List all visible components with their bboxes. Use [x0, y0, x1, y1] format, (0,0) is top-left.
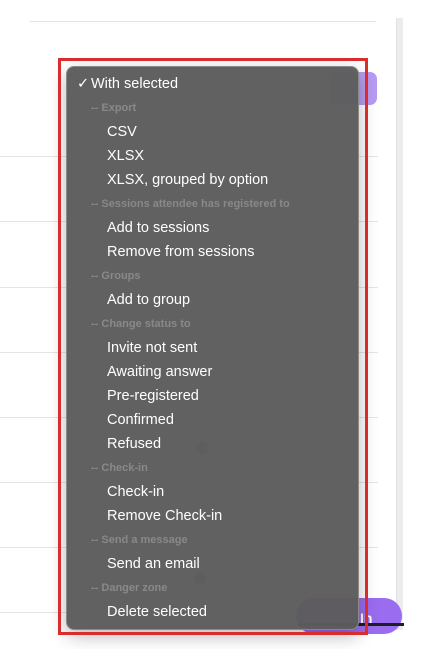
menu-group-send-message: -- Send a message — [91, 534, 188, 546]
checkmark-icon: ✓ — [77, 76, 90, 92]
menu-group-export: -- Export — [91, 102, 137, 114]
menu-item-remove-check-in[interactable]: Remove Check-in — [67, 504, 358, 528]
menu-group-check-in: -- Check-in — [91, 462, 148, 474]
menu-item-with-selected[interactable]: ✓ With selected — [67, 72, 358, 96]
menu-group-change-status: -- Change status to — [91, 318, 191, 330]
menu-item-confirmed[interactable]: Confirmed — [67, 408, 358, 432]
menu-group-sessions: -- Sessions attendee has registered to — [91, 198, 290, 210]
menu-item-remove-from-sessions[interactable]: Remove from sessions — [67, 240, 358, 264]
menu-item-send-email[interactable]: Send an email — [67, 552, 358, 576]
menu-item-refused[interactable]: Refused — [67, 432, 358, 456]
menu-item-xlsx[interactable]: XLSX — [67, 144, 358, 168]
menu-item-delete-selected[interactable]: Delete selected — [67, 600, 358, 624]
menu-group-groups: -- Groups — [91, 270, 141, 282]
menu-item-add-to-sessions[interactable]: Add to sessions — [67, 216, 358, 240]
menu-item-add-to-group[interactable]: Add to group — [67, 288, 358, 312]
menu-item-csv[interactable]: CSV — [67, 120, 358, 144]
menu-item-pre-registered[interactable]: Pre-registered — [67, 384, 358, 408]
row-divider — [30, 21, 376, 22]
menu-item-invite-not-sent[interactable]: Invite not sent — [67, 336, 358, 360]
menu-item-xlsx-grouped[interactable]: XLSX, grouped by option — [67, 168, 358, 192]
menu-item-label: With selected — [91, 76, 179, 92]
menu-item-awaiting-answer[interactable]: Awaiting answer — [67, 360, 358, 384]
page-scrollbar[interactable] — [396, 18, 403, 630]
menu-group-danger-zone: -- Danger zone — [91, 582, 168, 594]
bulk-actions-dropdown[interactable]: ✓ With selected -- Export CSV XLSX XLSX, … — [66, 66, 359, 630]
menu-item-check-in[interactable]: Check-in — [67, 480, 358, 504]
